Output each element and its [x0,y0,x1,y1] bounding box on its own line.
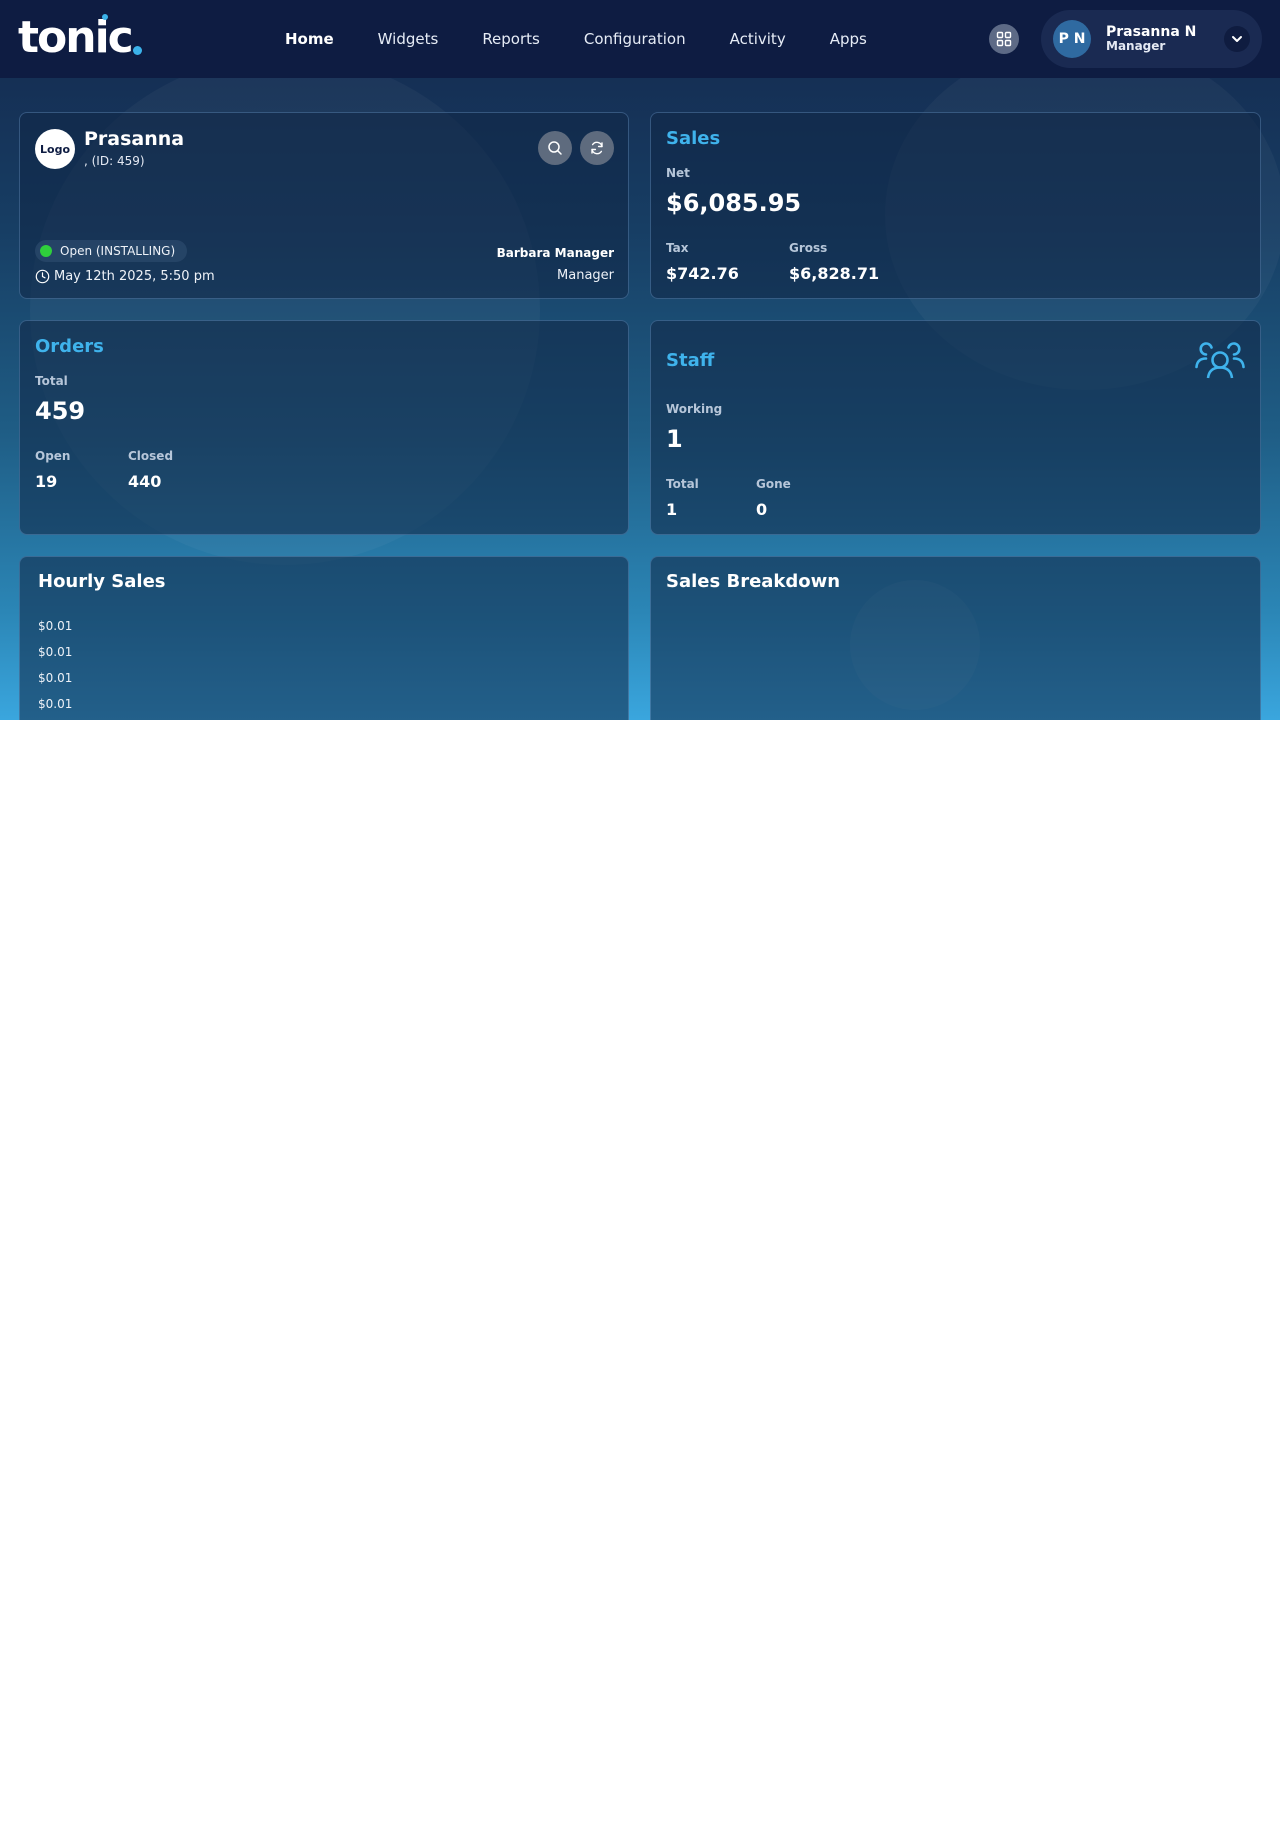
nav-item-widgets[interactable]: Widgets [378,30,439,48]
dashboard-app: tonic Home Widgets Reports Configuration… [0,0,1280,720]
nav-item-configuration[interactable]: Configuration [584,30,686,48]
sales-card: Sales Net $6,085.95 Tax $742.76 Gross $6… [650,112,1261,299]
main-nav: Home Widgets Reports Configuration Activ… [285,0,911,78]
gross-label: Gross [789,241,828,255]
status-text: Open (INSTALLING) [60,244,176,258]
staff-total-value: 1 [666,500,678,519]
search-button[interactable] [538,131,572,165]
orders-open-value: 19 [35,472,58,491]
logo-dot [132,46,142,55]
tax-value: $742.76 [666,264,739,283]
nav-item-home[interactable]: Home [285,30,334,48]
manager-name: Barbara Manager [496,246,614,260]
orders-total-value: 459 [35,397,86,425]
store-logo: Logo [35,129,75,169]
user-info: Prasanna N Manager [1106,25,1196,52]
sales-breakdown-card: Sales Breakdown [650,556,1261,720]
avatar: P N [1053,20,1091,58]
store-card: Logo Prasanna , (ID: 459) Open (INSTALLI… [19,112,629,299]
people-group-icon [1195,342,1245,379]
refresh-button[interactable] [580,131,614,165]
store-name: Prasanna [84,128,185,150]
nav-item-activity[interactable]: Activity [730,30,786,48]
app-grid-button[interactable] [989,24,1019,54]
staff-working-value: 1 [666,425,683,453]
user-menu-toggle[interactable] [1224,26,1250,52]
hourly-sales-title: Hourly Sales [38,571,166,592]
search-icon [548,141,562,155]
staff-title: Staff [666,350,715,371]
grid-icon [996,31,1012,47]
datetime-text: May 12th 2025, 5:50 pm [54,269,215,284]
staff-gone-label: Gone [756,477,791,491]
orders-closed-label: Closed [128,449,174,463]
user-menu[interactable]: P N Prasanna N Manager [1041,10,1262,68]
staff-total-label: Total [666,477,699,491]
chevron-down-icon [1232,36,1242,42]
staff-working-label: Working [666,402,723,416]
hourly-sales-card: Hourly Sales $0.01 $0.01 $0.01 $0.01 [19,556,629,720]
clock-icon [35,269,50,284]
user-name: Prasanna N [1106,24,1197,41]
refresh-icon [591,141,603,155]
y-axis-tick: $0.01 [38,645,73,659]
tax-label: Tax [666,241,689,255]
orders-title: Orders [35,336,104,357]
store-id: , (ID: 459) [84,154,145,168]
sales-breakdown-title: Sales Breakdown [666,571,841,592]
orders-card: Orders Total 459 Open 19 Closed 440 [19,320,629,535]
logo-i-dot [102,14,108,20]
orders-total-label: Total [35,374,68,388]
orders-closed-value: 440 [128,472,162,491]
status-badge: Open (INSTALLING) [35,240,188,262]
status-dot [40,245,52,257]
user-role: Manager [1106,39,1166,54]
y-axis-tick: $0.01 [38,671,73,685]
net-label: Net [666,166,690,180]
staff-card: Staff Working 1 Total 1 Gone 0 [650,320,1261,535]
net-value: $6,085.95 [666,189,802,217]
gross-value: $6,828.71 [789,264,880,283]
y-axis-tick: $0.01 [38,697,73,711]
tonic-logo[interactable]: tonic [18,12,142,64]
orders-open-label: Open [35,449,71,463]
nav-item-apps[interactable]: Apps [830,30,867,48]
manager-role: Manager [557,268,614,283]
y-axis-tick: $0.01 [38,619,73,633]
sales-title: Sales [666,128,721,149]
nav-item-reports[interactable]: Reports [482,30,540,48]
staff-gone-value: 0 [756,500,768,519]
top-bar: tonic Home Widgets Reports Configuration… [0,0,1280,78]
logo-text: tonic [18,12,134,63]
store-datetime: May 12th 2025, 5:50 pm [35,269,215,284]
